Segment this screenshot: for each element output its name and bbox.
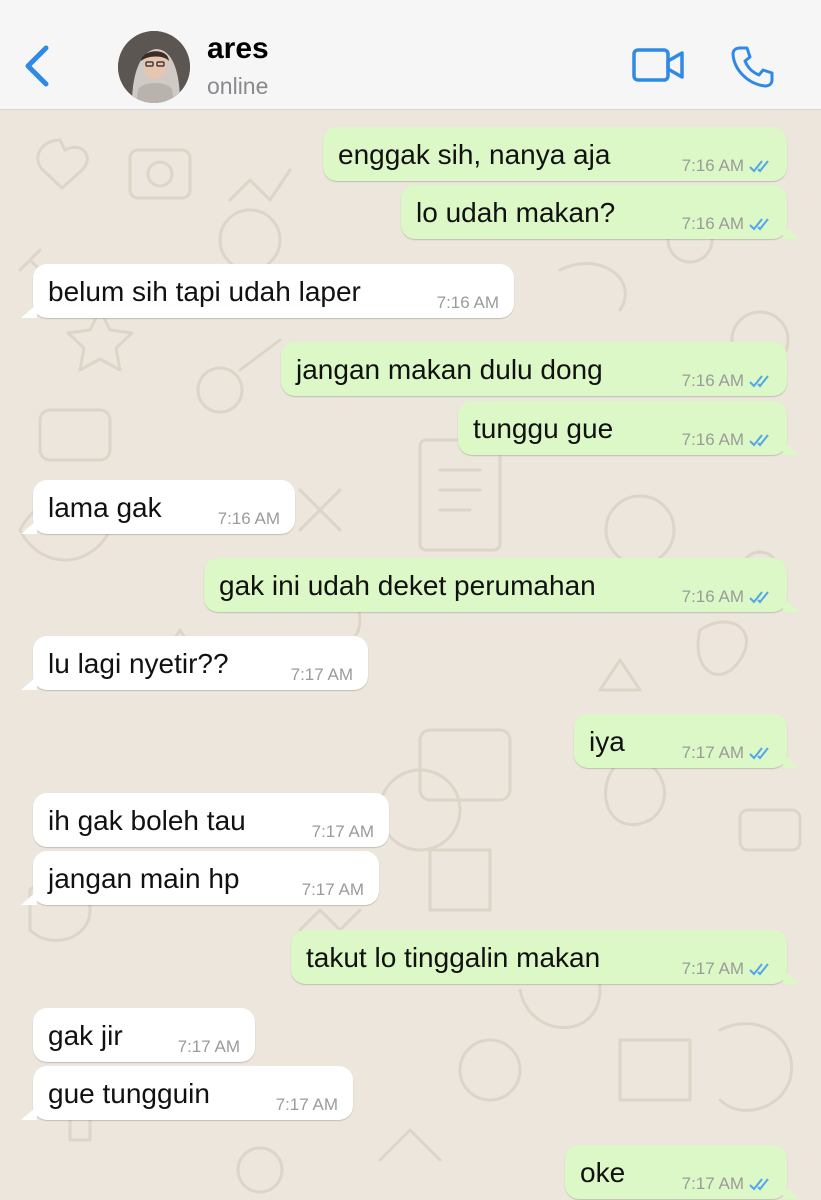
message-text: jangan makan dulu dong bbox=[296, 354, 603, 385]
double-check-icon bbox=[749, 375, 769, 388]
message-bubble[interactable]: lu lagi nyetir?? 7:17 AM bbox=[21, 636, 368, 690]
message-time: 7:16 AM bbox=[681, 156, 744, 175]
message-time: 7:17 AM bbox=[177, 1037, 240, 1056]
message-text: lo udah makan? bbox=[416, 197, 616, 228]
message-time: 7:17 AM bbox=[681, 743, 744, 762]
message-time: 7:17 AM bbox=[275, 1095, 338, 1114]
message-text: ih gak boleh tau bbox=[48, 805, 246, 836]
message-text: enggak sih, nanya aja bbox=[338, 139, 611, 170]
message-time: 7:17 AM bbox=[301, 880, 364, 899]
message-bubble[interactable]: lama gak 7:16 AM bbox=[21, 480, 295, 534]
avatar[interactable] bbox=[118, 31, 190, 103]
double-check-icon bbox=[749, 218, 769, 231]
message-text: gak jir bbox=[48, 1020, 123, 1051]
message-meta: 7:17 AM bbox=[276, 1095, 338, 1115]
message-time: 7:16 AM bbox=[217, 509, 280, 528]
message-time: 7:16 AM bbox=[681, 214, 744, 233]
double-check-icon bbox=[749, 160, 769, 173]
message-meta: 7:16 AM bbox=[218, 509, 280, 529]
message-meta: 7:17 AM bbox=[682, 959, 775, 979]
message-text: iya bbox=[589, 726, 625, 757]
message-time: 7:17 AM bbox=[290, 665, 353, 684]
double-check-icon bbox=[749, 747, 769, 760]
double-check-icon bbox=[749, 591, 769, 604]
chevron-left-icon[interactable] bbox=[20, 42, 56, 90]
message-time: 7:17 AM bbox=[681, 1174, 744, 1193]
message-text: lu lagi nyetir?? bbox=[48, 648, 229, 679]
message-meta: 7:16 AM bbox=[682, 587, 775, 607]
message-meta: 7:16 AM bbox=[682, 430, 775, 450]
message-bubble[interactable]: enggak sih, nanya aja 7:16 AM bbox=[323, 127, 787, 181]
message-meta: 7:17 AM bbox=[302, 880, 364, 900]
message-list[interactable]: enggak sih, nanya aja 7:16 AM lo udah ma… bbox=[0, 110, 821, 1200]
contact-name[interactable]: ares bbox=[207, 32, 269, 66]
message-bubble[interactable]: gak ini udah deket perumahan 7:16 AM bbox=[204, 558, 799, 612]
message-meta: 7:17 AM bbox=[682, 1174, 775, 1194]
message-bubble[interactable]: belum sih tapi udah laper 7:16 AM bbox=[21, 264, 514, 318]
message-time: 7:17 AM bbox=[681, 959, 744, 978]
message-bubble[interactable]: jangan main hp 7:17 AM bbox=[21, 851, 379, 905]
double-check-icon bbox=[749, 963, 769, 976]
message-time: 7:16 AM bbox=[681, 371, 744, 390]
message-bubble[interactable]: jangan makan dulu dong 7:16 AM bbox=[281, 342, 787, 396]
message-bubble[interactable]: oke 7:17 AM bbox=[565, 1145, 799, 1199]
message-text: gak ini udah deket perumahan bbox=[219, 570, 596, 601]
message-bubble[interactable]: gak jir 7:17 AM bbox=[33, 1008, 255, 1062]
message-bubble[interactable]: gue tungguin 7:17 AM bbox=[21, 1066, 353, 1120]
message-time: 7:16 AM bbox=[681, 430, 744, 449]
message-text: lama gak bbox=[48, 492, 162, 523]
message-time: 7:16 AM bbox=[681, 587, 744, 606]
contact-status: online bbox=[207, 73, 269, 99]
message-bubble[interactable]: ih gak boleh tau 7:17 AM bbox=[33, 793, 389, 847]
message-meta: 7:17 AM bbox=[682, 743, 775, 763]
message-time: 7:16 AM bbox=[436, 293, 499, 312]
message-bubble[interactable]: takut lo tinggalin makan 7:17 AM bbox=[291, 930, 799, 984]
message-bubble[interactable]: iya 7:17 AM bbox=[574, 714, 799, 768]
message-meta: 7:17 AM bbox=[312, 822, 374, 842]
message-meta: 7:16 AM bbox=[682, 371, 775, 391]
message-text: gue tungguin bbox=[48, 1078, 210, 1109]
message-meta: 7:17 AM bbox=[178, 1037, 240, 1057]
voice-call-icon[interactable] bbox=[730, 44, 774, 88]
message-meta: 7:16 AM bbox=[682, 214, 775, 234]
message-text: takut lo tinggalin makan bbox=[306, 942, 601, 973]
message-time: 7:17 AM bbox=[311, 822, 374, 841]
message-bubble[interactable]: tunggu gue 7:16 AM bbox=[458, 401, 799, 455]
double-check-icon bbox=[749, 1178, 769, 1191]
message-bubble[interactable]: lo udah makan? 7:16 AM bbox=[401, 185, 799, 239]
message-text: tunggu gue bbox=[473, 413, 614, 444]
message-text: jangan main hp bbox=[48, 863, 240, 894]
message-meta: 7:17 AM bbox=[291, 665, 353, 685]
message-text: belum sih tapi udah laper bbox=[48, 276, 361, 307]
message-text: oke bbox=[580, 1157, 626, 1188]
message-meta: 7:16 AM bbox=[437, 293, 499, 313]
chat-header: ares online bbox=[0, 0, 821, 110]
video-call-icon[interactable] bbox=[630, 44, 686, 86]
double-check-icon bbox=[749, 434, 769, 447]
message-meta: 7:16 AM bbox=[682, 156, 775, 176]
